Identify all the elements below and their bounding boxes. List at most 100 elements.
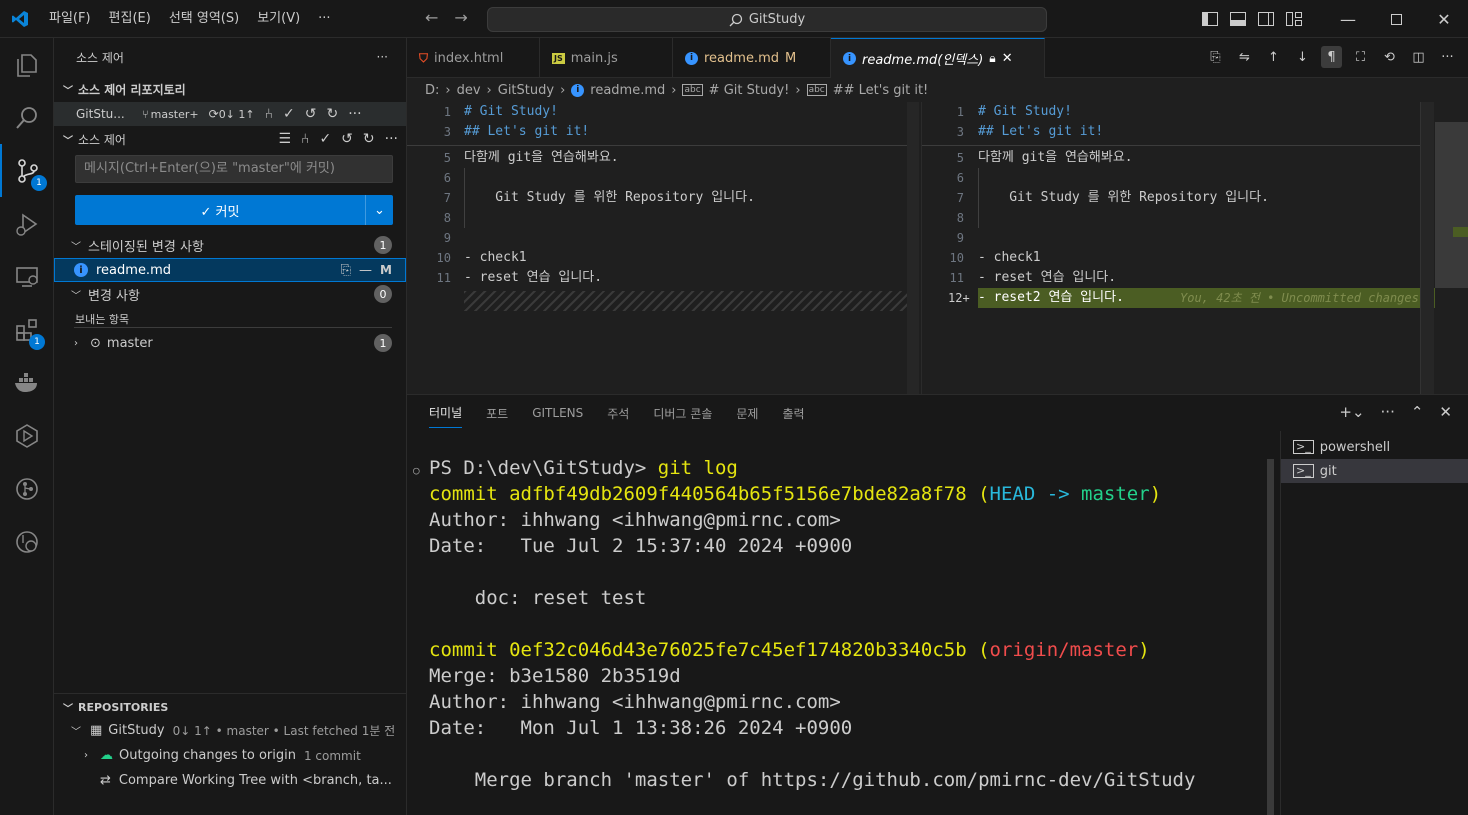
compare-working-tree-row[interactable]: ⇄ Compare Working Tree with <branch, ta.…	[54, 768, 406, 793]
tab-gitlens[interactable]: GITLENS	[532, 406, 583, 420]
staged-changes-header[interactable]: ﹀ 스테이징된 변경 사항 1	[54, 233, 406, 257]
split-editor-icon[interactable]: ◫	[1408, 46, 1429, 68]
open-file-icon[interactable]: ⎘	[1205, 46, 1226, 68]
terminal-item-powershell[interactable]: >_ powershell	[1281, 435, 1468, 459]
staged-file-row[interactable]: i readme.md ⎘ — M	[54, 258, 406, 282]
maximize-panel-icon[interactable]: ⌃	[1411, 403, 1424, 421]
tab-index-html[interactable]: ⛉ index.html	[407, 38, 540, 78]
command-center-search[interactable]: GitStudy	[487, 7, 1047, 32]
graph-icon[interactable]: ⑃	[301, 131, 309, 147]
repositories-section-header[interactable]: ﹀ 소스 제어 리포지토리	[54, 78, 406, 100]
toggle-whitespace-icon[interactable]: ¶	[1321, 46, 1342, 68]
next-change-icon[interactable]: ↓	[1292, 46, 1313, 68]
commit-check-icon[interactable]: ✓	[283, 106, 295, 122]
breadcrumb-heading2[interactable]: ## Let's git it!	[833, 83, 929, 98]
repository-row[interactable]: GitStu... ⑂ master+ ⟳ 0↓ 1↑ ⑃ ✓ ↺ ↻ ···	[54, 102, 406, 126]
breadcrumb-gitstudy[interactable]: GitStudy	[498, 83, 554, 98]
docker-icon[interactable]	[0, 356, 54, 409]
repo-more-icon[interactable]: ···	[348, 106, 361, 122]
refresh-icon[interactable]: ↻	[327, 106, 339, 122]
minimize-icon[interactable]: —	[1324, 0, 1372, 38]
editor-scrollbar[interactable]	[1420, 102, 1434, 394]
tab-comments[interactable]: 주석	[607, 405, 629, 422]
run-debug-icon[interactable]	[0, 197, 54, 250]
tab-main-js[interactable]: JS main.js	[540, 38, 673, 78]
minimap[interactable]	[1435, 122, 1468, 288]
explorer-icon[interactable]	[0, 38, 54, 91]
scm-badge: 1	[31, 175, 47, 191]
customize-layout-icon[interactable]	[1280, 0, 1308, 38]
menu-more[interactable]: ···	[309, 0, 339, 38]
editor-scrollbar[interactable]	[907, 102, 919, 394]
terminal-item-git[interactable]: >_ git	[1281, 459, 1468, 483]
test-explorer-icon[interactable]	[0, 409, 54, 462]
new-terminal-plus-icon[interactable]: +⌄	[1339, 403, 1364, 421]
toggle-panel-icon[interactable]	[1224, 0, 1252, 38]
more-actions-icon[interactable]: ···	[1437, 46, 1458, 68]
scm-more-icon[interactable]: ···	[385, 131, 398, 147]
tab-debug-console[interactable]: 디버그 콘솔	[653, 405, 712, 422]
commit-message-input[interactable]: 메시지(Ctrl+Enter(으)로 "master"에 커밋)	[75, 155, 393, 183]
refresh-icon[interactable]: ↻	[363, 131, 375, 147]
repo-sync-status[interactable]: 0↓ 1↑	[219, 108, 255, 121]
toggle-secondary-sidebar-icon[interactable]	[1252, 0, 1280, 38]
outgoing-branch-row[interactable]: › ⊙ master 1	[54, 331, 406, 355]
tab-terminal[interactable]: 터미널	[429, 404, 463, 428]
terminal-line: Merge branch 'master' of https://github.…	[429, 769, 1196, 791]
commit-check-icon[interactable]: ✓	[319, 131, 331, 147]
map-icon[interactable]: ⛶	[1350, 46, 1371, 68]
source-control-icon[interactable]: 1	[0, 144, 54, 197]
history-icon[interactable]: ↺	[305, 106, 317, 122]
gitlens-repo-row[interactable]: ﹀ ▦ GitStudy 0↓ 1↑ • master • Last fetch…	[54, 718, 406, 743]
menu-view[interactable]: 보기(V)	[248, 0, 309, 38]
close-window-icon[interactable]: ✕	[1420, 0, 1468, 38]
view-as-list-icon[interactable]: ☰	[278, 131, 291, 147]
scm-section-header[interactable]: ﹀ 소스 제어 ☰ ⑃ ✓ ↺ ↻ ···	[54, 128, 406, 150]
tab-readme-md[interactable]: i readme.md M	[673, 38, 831, 78]
line-number: 8	[443, 211, 451, 225]
terminal-scrollbar[interactable]	[1267, 459, 1274, 815]
repositories-header[interactable]: ﹀ REPOSITORIES	[54, 696, 406, 718]
tab-problems[interactable]: 문제	[736, 405, 758, 422]
close-tab-icon[interactable]: ✕	[1002, 51, 1013, 66]
close-panel-icon[interactable]: ✕	[1439, 403, 1452, 421]
history-icon[interactable]: ↺	[341, 131, 353, 147]
commit-dropdown-chevron-icon[interactable]: ⌄	[365, 195, 393, 225]
code-line: # Git Study!	[978, 104, 1072, 119]
back-arrow-icon[interactable]: ←	[425, 8, 438, 27]
diff-editor-original[interactable]: 1 # Git Study! 3 ## Let's git it! 5 다함께 …	[407, 102, 921, 394]
breadcrumb-dev[interactable]: dev	[457, 83, 481, 98]
breadcrumb-drive[interactable]: D:	[425, 83, 439, 98]
sidebar-more-actions[interactable]: ···	[377, 50, 388, 64]
tab-readme-md-index[interactable]: i readme.md(인덱스) 🔒︎ ✕	[831, 38, 1045, 78]
open-file-icon[interactable]: ⎘	[341, 263, 351, 278]
gitlens-inspect-icon[interactable]	[0, 515, 54, 568]
graph-icon[interactable]: ⑃	[265, 106, 273, 122]
unstage-icon[interactable]: —	[359, 263, 372, 278]
repo-branch[interactable]: master+	[151, 108, 199, 121]
menu-file[interactable]: 파일(F)	[40, 0, 100, 38]
extensions-icon[interactable]: 1	[0, 303, 54, 356]
changes-header[interactable]: ﹀ 변경 사항 0	[54, 282, 406, 306]
tab-output[interactable]: 출력	[782, 405, 804, 422]
breadcrumb-heading1[interactable]: # Git Study!	[709, 83, 790, 98]
maximize-icon[interactable]	[1372, 0, 1420, 38]
search-view-icon[interactable]	[0, 91, 54, 144]
outgoing-changes-row[interactable]: › ☁ Outgoing changes to origin 1 commit	[54, 743, 406, 768]
remote-explorer-icon[interactable]	[0, 250, 54, 303]
toggle-primary-sidebar-icon[interactable]	[1196, 0, 1224, 38]
open-changes-icon[interactable]: ⇋	[1234, 46, 1255, 68]
menu-selection[interactable]: 선택 영역(S)	[160, 0, 248, 38]
diff-editor-modified[interactable]: 1 # Git Study! 3 ## Let's git it! 5 다함께 …	[921, 102, 1468, 394]
commit-button[interactable]: ✓ 커밋 ⌄	[75, 195, 393, 225]
menu-edit[interactable]: 편집(E)	[100, 0, 160, 38]
breadcrumb-file[interactable]: readme.md	[590, 83, 665, 98]
tab-ports[interactable]: 포트	[486, 405, 508, 422]
terminal-output[interactable]: ○ PS D:\dev\GitStudy> git log commit adf…	[407, 445, 1277, 815]
window-controls: — ✕	[1196, 0, 1468, 38]
git-graph-icon[interactable]	[0, 462, 54, 515]
previous-change-icon[interactable]: ↑	[1263, 46, 1284, 68]
panel-more-icon[interactable]: ···	[1381, 403, 1395, 421]
forward-arrow-icon[interactable]: →	[454, 8, 467, 27]
toggle-inline-icon[interactable]: ⟲	[1379, 46, 1400, 68]
